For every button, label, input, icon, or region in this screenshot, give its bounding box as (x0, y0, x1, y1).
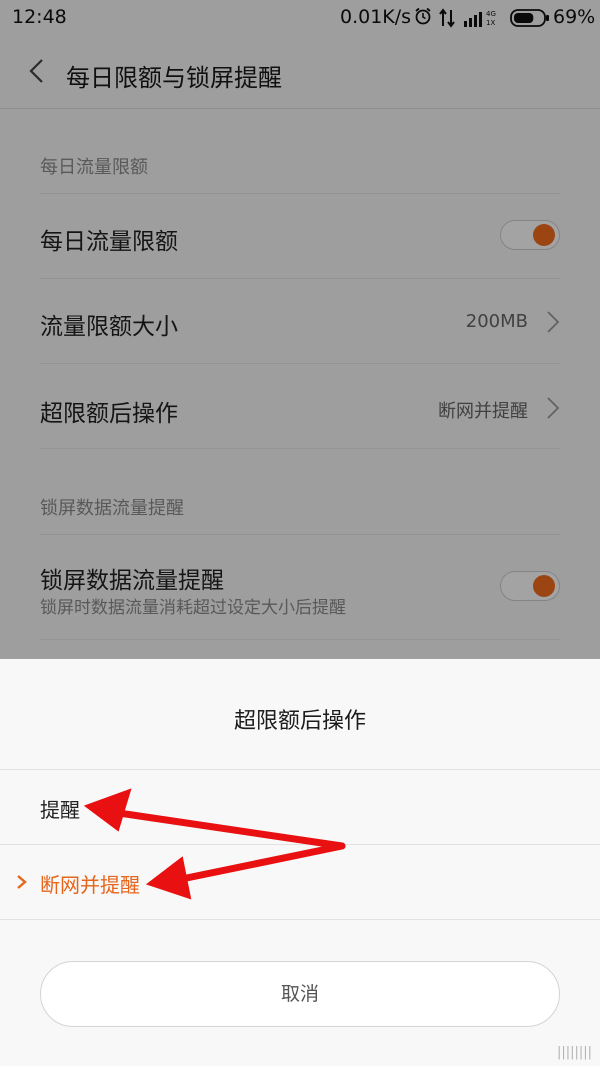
cancel-button[interactable]: 取消 (40, 961, 560, 1027)
action-sheet: 超限额后操作 提醒 断网并提醒 取消 (0, 659, 600, 1066)
sheet-title: 超限额后操作 (233, 709, 366, 734)
option-label: 提醒 (40, 798, 80, 822)
dialog-scrim[interactable] (0, 0, 600, 659)
watermark: |||||||| (556, 1045, 592, 1060)
option-label: 断网并提醒 (40, 873, 140, 897)
option-disconnect-and-remind[interactable]: 断网并提醒 (0, 845, 600, 919)
option-remind[interactable]: 提醒 (0, 770, 600, 844)
selected-chevron-icon (17, 875, 27, 889)
divider (0, 919, 600, 920)
